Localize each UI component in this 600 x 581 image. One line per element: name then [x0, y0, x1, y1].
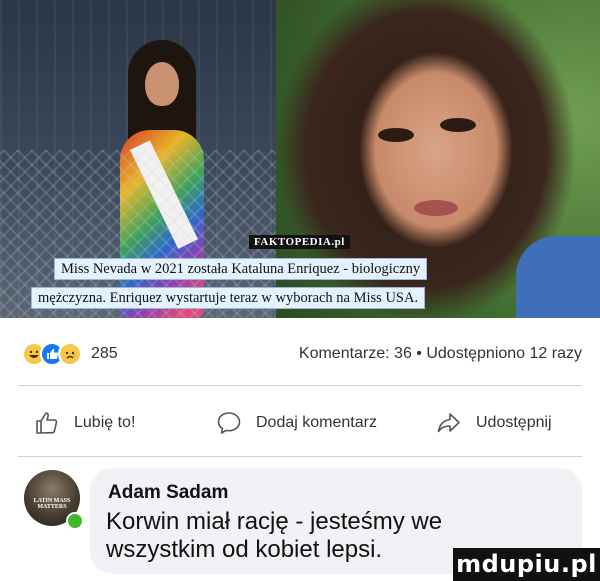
caption-line-2: mężczyzna. Enriquez wystartuje teraz w w… — [31, 287, 426, 309]
divider — [18, 456, 582, 457]
post-stats: 285 Komentarze: 36 • Udostępniono 12 raz… — [0, 318, 600, 384]
pageant-sash — [130, 140, 198, 249]
thumbs-up-icon — [36, 412, 58, 434]
comments-shares-count[interactable]: Komentarze: 36 • Udostępniono 12 razy — [299, 345, 582, 363]
caption-line-1: Miss Nevada w 2021 została Kataluna Enri… — [54, 258, 428, 280]
post-image[interactable]: FAKTOPEDIA.pl Miss Nevada w 2021 została… — [0, 0, 600, 318]
watermark: mdupiu.pl — [453, 548, 600, 581]
comment-icon — [217, 412, 241, 434]
caption-brand: FAKTOPEDIA.pl — [249, 235, 350, 249]
like-button[interactable]: Lubię to! — [34, 408, 135, 438]
divider — [18, 385, 582, 386]
reaction-count[interactable]: 285 — [91, 345, 118, 363]
share-button[interactable]: Udostępnij — [436, 408, 552, 438]
comment-button[interactable]: Dodaj komentarz — [216, 408, 377, 438]
share-label: Udostępnij — [476, 414, 552, 431]
avatar-text: LATIN MASS MATTERS — [33, 498, 71, 510]
comment-label: Dodaj komentarz — [256, 414, 377, 431]
like-label: Lubię to! — [74, 414, 136, 431]
share-icon — [437, 413, 460, 433]
comment-author[interactable]: Adam Sadam — [108, 482, 228, 504]
online-status-icon — [66, 512, 84, 530]
sad-icon — [58, 342, 82, 366]
comment-text: Korwin miał rację - jesteśmy we wszystki… — [106, 508, 443, 563]
